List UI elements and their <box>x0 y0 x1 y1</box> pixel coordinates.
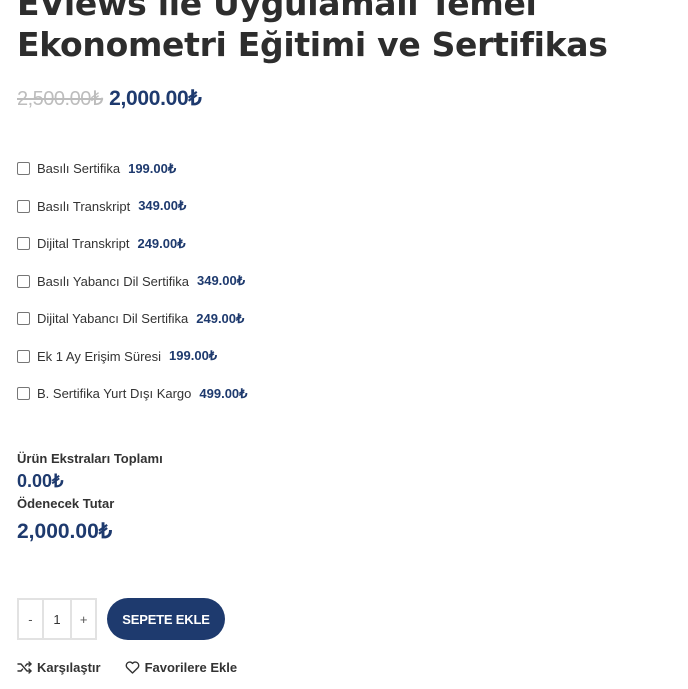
option-price: 349.00₺ <box>196 273 246 289</box>
option-label: Basılı Sertifika <box>37 161 121 177</box>
product-actions: Karşılaştır Favorilere Ekle <box>17 660 237 675</box>
option-price: 249.00₺ <box>137 235 186 251</box>
option-basili-sertifika[interactable]: Basılı Sertifika 199.00₺ <box>17 150 247 188</box>
wishlist-link[interactable]: Favorilere Ekle <box>125 660 238 675</box>
option-label: Dijital Transkript <box>37 236 130 252</box>
option-label: Dijital Yabancı Dil Sertifika <box>37 311 189 327</box>
compare-label: Karşılaştır <box>37 660 101 675</box>
option-price: 199.00₺ <box>169 348 218 364</box>
extras-total-value: 0.00₺ <box>17 471 64 491</box>
payable-value: 2,000.00₺ <box>17 520 113 543</box>
wishlist-label: Favorilere Ekle <box>144 660 238 675</box>
option-checkbox[interactable] <box>17 162 30 176</box>
option-checkbox[interactable] <box>17 237 30 251</box>
option-checkbox[interactable] <box>17 274 30 288</box>
heart-icon <box>125 661 140 674</box>
compare-link[interactable]: Karşılaştır <box>17 660 101 675</box>
extras-total-label: Ürün Ekstraları Toplamı <box>17 451 163 466</box>
option-label: Basılı Transkript <box>37 198 131 214</box>
option-dijital-yabanci-dil-sertifika[interactable]: Dijital Yabancı Dil Sertifika 249.00₺ <box>17 300 247 338</box>
option-checkbox[interactable] <box>17 312 30 326</box>
add-to-cart-button[interactable]: SEPETE EKLE <box>107 598 225 640</box>
option-price: 199.00₺ <box>128 160 177 176</box>
payable-label: Ödenecek Tutar <box>17 496 115 511</box>
option-label: Ek 1 Ay Erişim Süresi <box>37 348 162 364</box>
option-label: Basılı Yabancı Dil Sertifika <box>37 273 189 289</box>
current-price: 2,000.00₺ <box>109 87 202 110</box>
option-checkbox[interactable] <box>17 349 30 363</box>
product-title: EViews ile Uygulamalı Temel Ekonometri E… <box>17 0 608 64</box>
totals-section: Ürün Ekstraları Toplamı 0.00₺ Ödenecek T… <box>17 451 163 544</box>
option-checkbox[interactable] <box>17 387 30 401</box>
quantity-stepper: - 1 + <box>17 598 97 640</box>
option-label: B. Sertifika Yurt Dışı Kargo <box>37 386 192 402</box>
option-yurt-disi-kargo[interactable]: B. Sertifika Yurt Dışı Kargo 499.00₺ <box>17 375 247 413</box>
price-row: 2,500.00₺ 2,000.00₺ <box>17 86 202 111</box>
option-basili-transkript[interactable]: Basılı Transkript 349.00₺ <box>17 188 247 226</box>
extra-options-list: Basılı Sertifika 199.00₺ Basılı Transkri… <box>17 150 247 413</box>
option-basili-yabanci-dil-sertifika[interactable]: Basılı Yabancı Dil Sertifika 349.00₺ <box>17 263 247 301</box>
old-price: 2,500.00₺ <box>17 88 104 110</box>
quantity-minus-button[interactable]: - <box>19 600 42 638</box>
option-price: 249.00₺ <box>196 310 245 326</box>
option-price: 499.00₺ <box>199 385 248 401</box>
option-ek-erisim-suresi[interactable]: Ek 1 Ay Erişim Süresi 199.00₺ <box>17 338 247 376</box>
quantity-plus-button[interactable]: + <box>72 600 95 638</box>
option-dijital-transkript[interactable]: Dijital Transkript 249.00₺ <box>17 225 247 263</box>
shuffle-icon <box>17 661 32 674</box>
quantity-input[interactable]: 1 <box>41 600 73 638</box>
option-checkbox[interactable] <box>17 199 30 213</box>
option-price: 349.00₺ <box>138 198 187 214</box>
